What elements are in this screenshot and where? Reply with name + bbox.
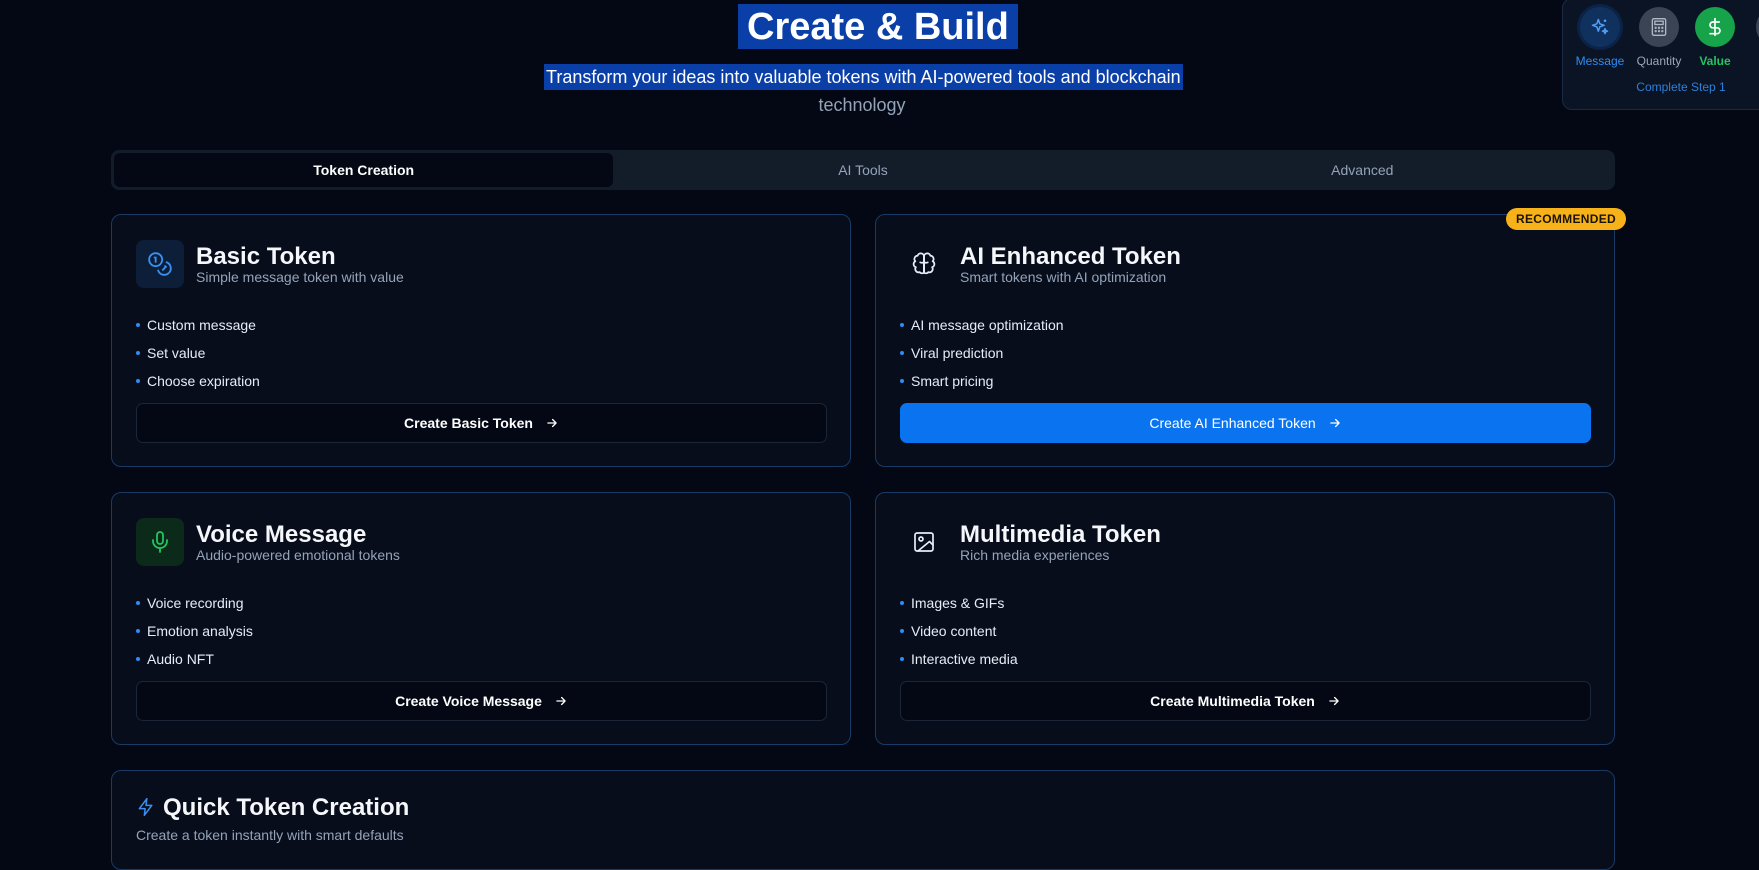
create-voice-message-button[interactable]: Create Voice Message: [136, 681, 827, 721]
card-description: Rich media experiences: [960, 547, 1110, 563]
card-title: Voice Message: [196, 521, 367, 548]
create-multimedia-token-button[interactable]: Create Multimedia Token: [900, 681, 1591, 721]
page-subtitle-line2: technology: [818, 95, 906, 115]
feature-list: Images & GIFs Video content Interactive …: [900, 589, 1018, 673]
card-description: Audio-powered emotional tokens: [196, 547, 400, 563]
card-title: Basic Token: [196, 243, 336, 270]
button-label: Create Multimedia Token: [1150, 693, 1315, 709]
step-label: Quantity: [1636, 54, 1682, 68]
voice-message-card: Voice Message Audio-powered emotional to…: [111, 492, 851, 745]
arrow-right-icon: [1329, 418, 1340, 428]
recommended-badge: RECOMMENDED: [1506, 208, 1626, 230]
feature-item: Smart pricing: [900, 367, 1064, 395]
step-message[interactable]: Message: [1571, 7, 1629, 68]
feature-item: Set value: [136, 339, 260, 367]
tab-bar: Token Creation AI Tools Advanced: [111, 150, 1615, 190]
calculator-icon: [1639, 7, 1679, 47]
feature-item: Choose expiration: [136, 367, 260, 395]
step-note: Complete Step 1: [1636, 80, 1726, 94]
coins-icon: [136, 240, 184, 288]
brain-icon: [900, 240, 948, 288]
feature-item: Custom message: [136, 311, 260, 339]
button-label: Create Voice Message: [395, 693, 542, 709]
feature-list: Voice recording Emotion analysis Audio N…: [136, 589, 253, 673]
feature-item: Viral prediction: [900, 339, 1064, 367]
feature-item: Video content: [900, 617, 1018, 645]
feature-item: Interactive media: [900, 645, 1018, 673]
zap-icon: [138, 797, 153, 817]
multimedia-token-card: Multimedia Token Rich media experiences …: [875, 492, 1615, 745]
step-value[interactable]: Value: [1686, 7, 1744, 68]
card-description: Smart tokens with AI optimization: [960, 269, 1167, 285]
quick-token-creation-card: Quick Token Creation Create a token inst…: [111, 770, 1615, 870]
sparkles-icon: [1580, 7, 1620, 47]
feature-list: Custom message Set value Choose expirati…: [136, 311, 260, 395]
step-label: Message: [1575, 54, 1625, 68]
feature-item: Voice recording: [136, 589, 253, 617]
button-label: Create AI Enhanced Token: [1149, 415, 1316, 431]
arrow-right-icon: [556, 696, 566, 706]
ai-enhanced-token-card: AI Enhanced Token Smart tokens with AI o…: [875, 214, 1615, 467]
tab-advanced[interactable]: Advanced: [1113, 153, 1612, 187]
tab-token-creation[interactable]: Token Creation: [114, 153, 614, 187]
mic-icon: [136, 518, 184, 566]
dollar-icon: [1695, 7, 1735, 47]
step-label: M: [1747, 54, 1759, 68]
page-title: Create & Build: [738, 4, 1018, 49]
arrow-right-icon: [1329, 696, 1339, 706]
page-subtitle-line1: Transform your ideas into valuable token…: [544, 64, 1183, 90]
create-ai-enhanced-token-button[interactable]: Create AI Enhanced Token: [900, 403, 1591, 443]
basic-token-card: Basic Token Simple message token with va…: [111, 214, 851, 467]
feature-item: AI message optimization: [900, 311, 1064, 339]
quick-description: Create a token instantly with smart defa…: [136, 827, 404, 843]
card-title: Multimedia Token: [960, 521, 1161, 548]
feature-item: Images & GIFs: [900, 589, 1018, 617]
progress-stepper: Message Quantity Value M Complete Step 1: [1562, 0, 1759, 110]
quick-title: Quick Token Creation: [163, 794, 410, 821]
image-icon: [900, 518, 948, 566]
card-description: Simple message token with value: [196, 269, 404, 285]
feature-list: AI message optimization Viral prediction…: [900, 311, 1064, 395]
step-more[interactable]: M: [1747, 7, 1759, 68]
arrow-right-icon: [547, 418, 557, 428]
create-basic-token-button[interactable]: Create Basic Token: [136, 403, 827, 443]
feature-item: Audio NFT: [136, 645, 253, 673]
step-label: Value: [1699, 54, 1731, 68]
button-label: Create Basic Token: [404, 415, 533, 431]
tab-ai-tools[interactable]: AI Tools: [613, 153, 1112, 187]
card-title: AI Enhanced Token: [960, 243, 1181, 270]
step-quantity[interactable]: Quantity: [1630, 7, 1688, 68]
feature-item: Emotion analysis: [136, 617, 253, 645]
